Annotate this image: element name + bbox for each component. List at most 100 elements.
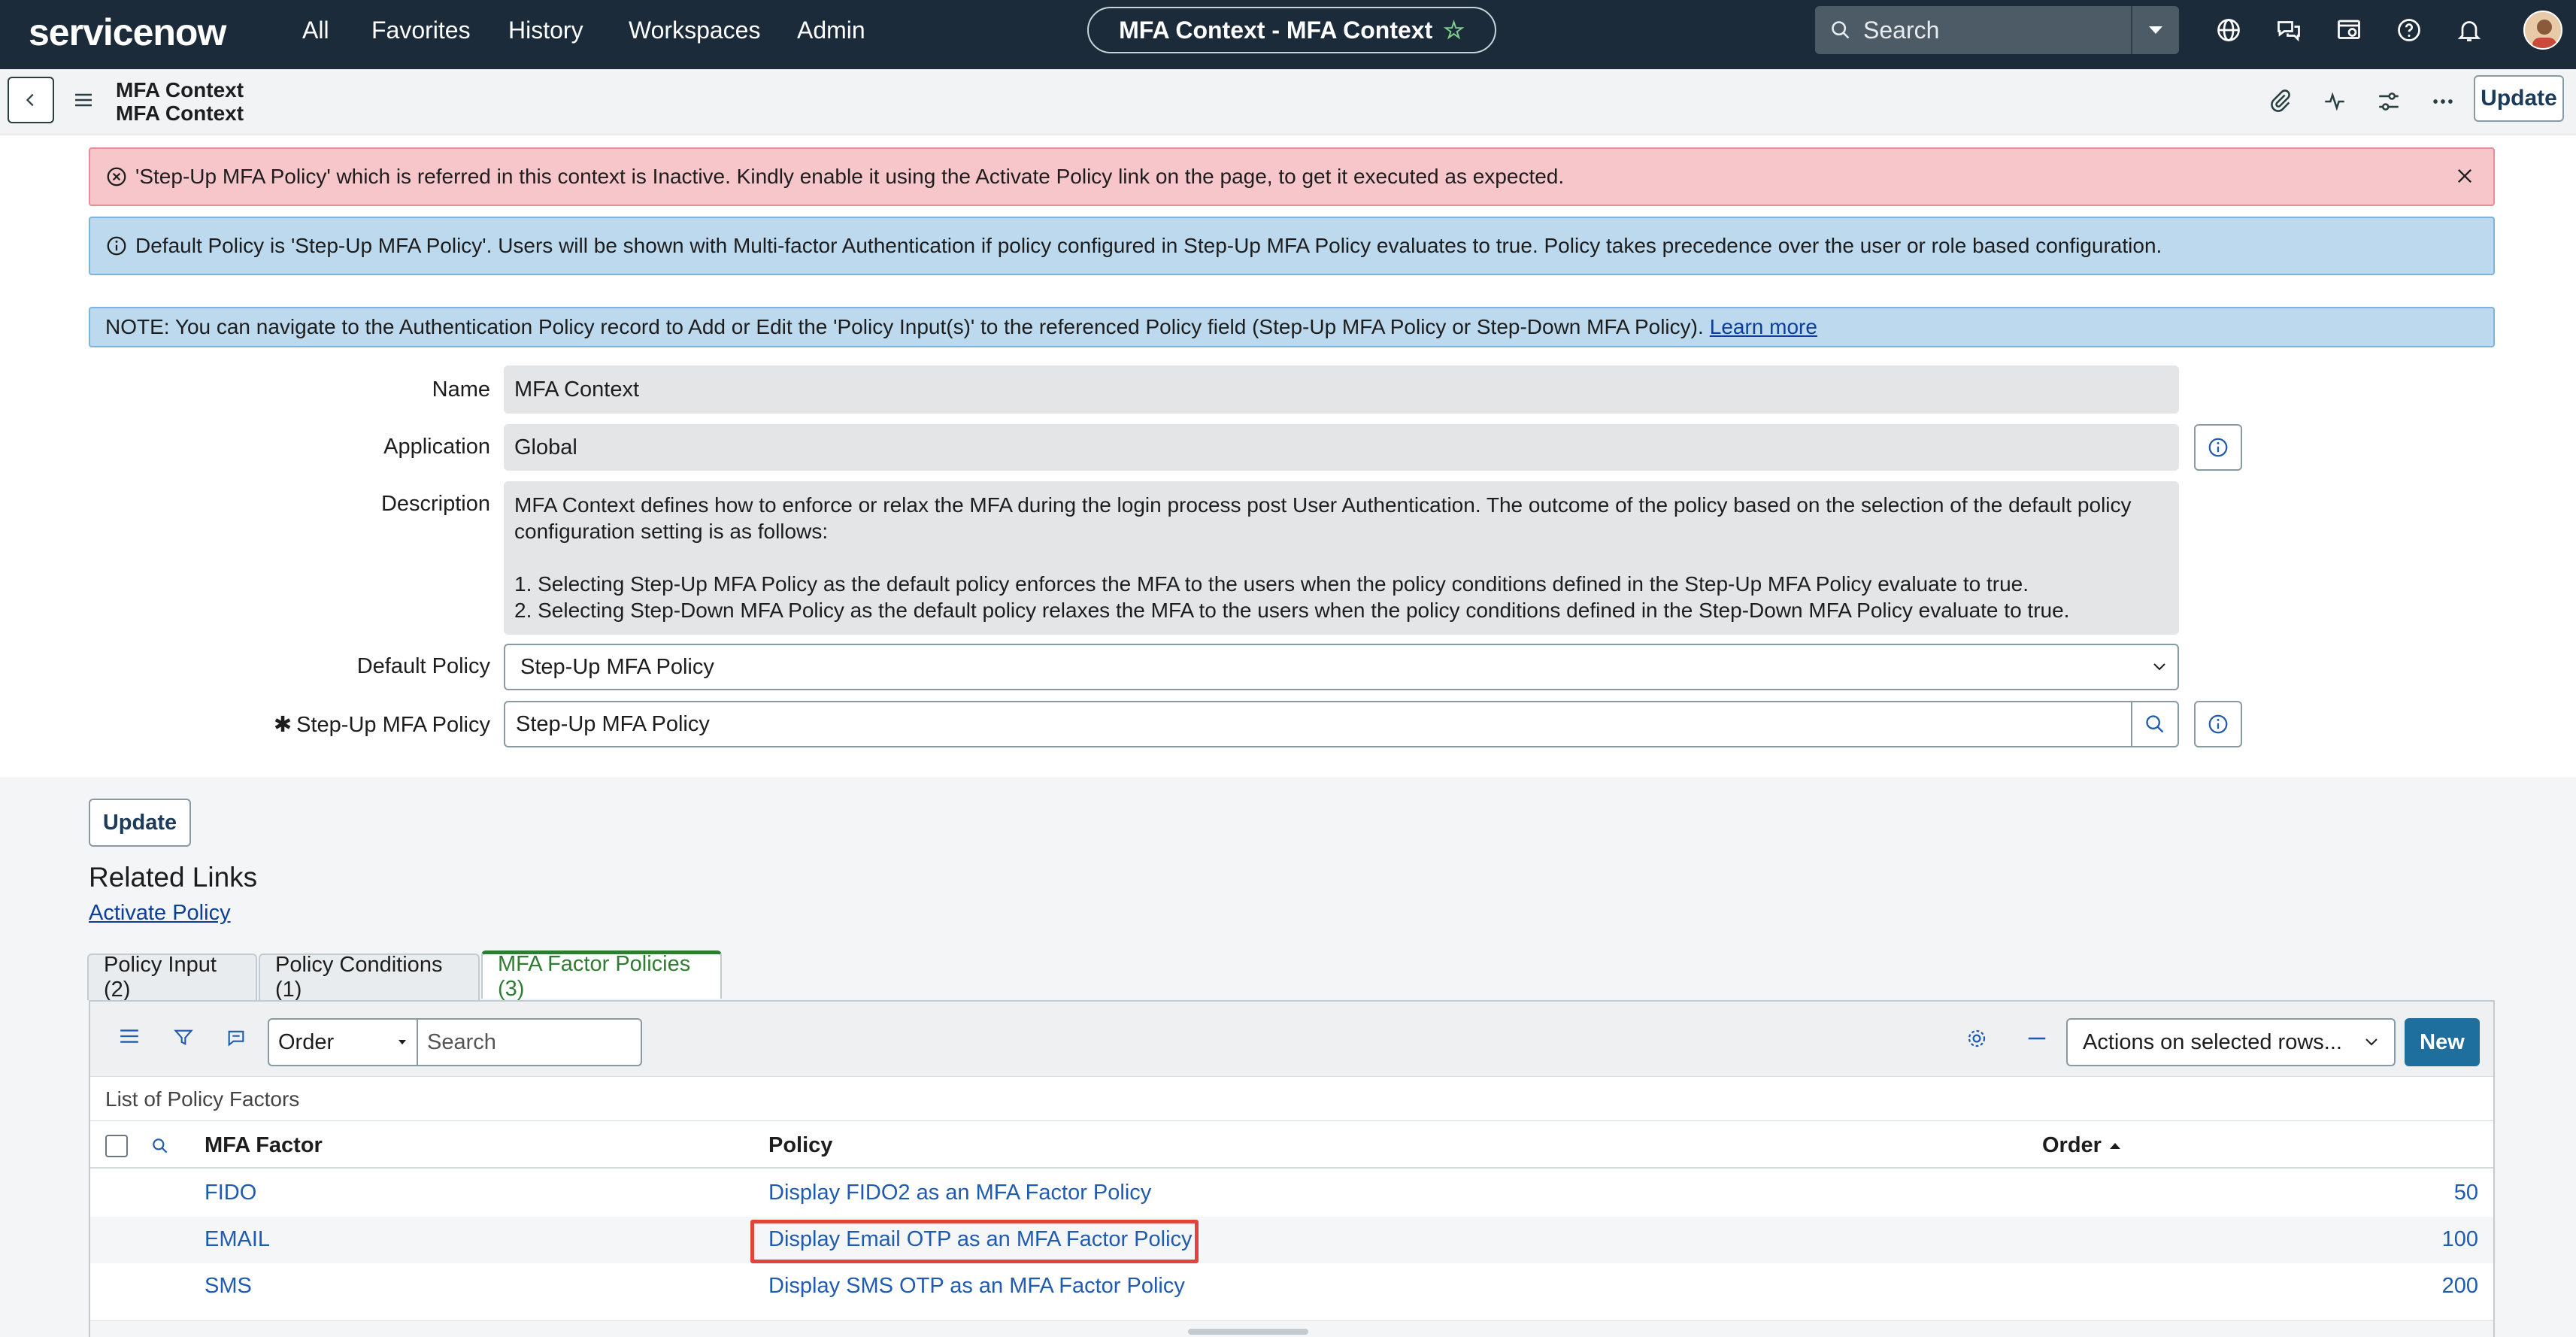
error-alert: 'Step-Up MFA Policy' which is referred i… — [89, 147, 2495, 206]
star-icon[interactable]: ☆ — [1443, 16, 1465, 44]
info-alert: Default Policy is 'Step-Up MFA Policy'. … — [89, 217, 2495, 275]
avatar-icon — [2532, 20, 2556, 48]
paperclip-icon[interactable] — [2268, 89, 2293, 114]
error-circle-icon — [107, 167, 126, 186]
chat-icon[interactable] — [2275, 17, 2302, 44]
bell-icon[interactable] — [2456, 17, 2483, 44]
list-toolbar: Order Search Actions on selected rows...… — [90, 1002, 2493, 1077]
update-button[interactable]: Update — [89, 799, 191, 847]
search-icon — [2146, 715, 2164, 733]
stepup-policy-field[interactable]: Step-Up MFA Policy — [504, 701, 2132, 747]
tab-policy-conditions[interactable]: Policy Conditions (1) — [259, 953, 480, 1002]
settings-sliders-icon[interactable] — [2376, 89, 2402, 114]
description-item-1: 1. Selecting Step-Up MFA Policy as the d… — [514, 572, 2029, 596]
info-icon — [2208, 714, 2228, 734]
workspace-icon[interactable] — [2335, 17, 2362, 44]
application-info-button[interactable] — [2194, 424, 2242, 471]
form-title-line1: MFA Context — [116, 78, 244, 102]
policy-cell[interactable]: Display FIDO2 as an MFA Factor Policy — [768, 1181, 1151, 1205]
description-field[interactable]: MFA Context defines how to enforce or re… — [504, 481, 2179, 635]
name-field[interactable]: MFA Context — [504, 365, 2179, 414]
default-policy-label: Default Policy — [356, 654, 490, 678]
collapse-icon[interactable] — [2026, 1027, 2048, 1050]
search-icon — [1832, 21, 1850, 39]
form-title: MFA Context MFA Context — [116, 78, 244, 125]
help-icon[interactable] — [2396, 17, 2423, 44]
global-search[interactable]: Search — [1815, 6, 2179, 54]
caret-down-icon — [399, 1040, 406, 1044]
learn-more-link[interactable]: Learn more — [1710, 315, 1817, 339]
form-header: MFA Context MFA Context Update — [0, 69, 2576, 135]
menu-icon[interactable] — [74, 92, 93, 108]
table-row[interactable]: FIDO Display FIDO2 as an MFA Factor Poli… — [90, 1170, 2493, 1217]
lookup-button[interactable] — [2131, 701, 2179, 747]
nav-all[interactable]: All — [302, 17, 329, 44]
tab-policy-input[interactable]: Policy Input (2) — [87, 953, 257, 1002]
note-alert: NOTE: You can navigate to the Authentica… — [89, 307, 2495, 347]
select-all-checkbox[interactable] — [105, 1135, 128, 1157]
list-caption: List of Policy Factors — [105, 1087, 300, 1111]
info-circle-icon — [107, 236, 126, 256]
more-icon[interactable] — [2430, 89, 2456, 114]
servicenow-logo[interactable]: servicenow — [29, 11, 226, 54]
order-select[interactable]: Order — [268, 1018, 418, 1066]
mfa-factor-cell[interactable]: FIDO — [205, 1181, 256, 1205]
chevron-down-icon — [2149, 26, 2162, 34]
application-label: Application — [383, 435, 490, 459]
column-mfa-factor[interactable]: MFA Factor — [205, 1133, 323, 1158]
order-cell[interactable]: 200 — [2442, 1274, 2478, 1299]
column-policy[interactable]: Policy — [768, 1133, 832, 1158]
close-icon[interactable] — [2454, 165, 2475, 186]
context-title: MFA Context - MFA Context — [1119, 16, 1433, 44]
user-avatar[interactable] — [2523, 11, 2562, 50]
globe-icon[interactable] — [2215, 17, 2242, 44]
chevron-down-icon — [2365, 1038, 2377, 1046]
info-icon — [2208, 438, 2228, 457]
stepup-policy-label: ✱ Step-Up MFA Policy — [274, 711, 490, 738]
application-field: Global — [504, 424, 2179, 471]
comment-icon[interactable] — [226, 1027, 247, 1048]
back-button[interactable] — [8, 77, 54, 123]
order-cell[interactable]: 50 — [2454, 1181, 2478, 1205]
order-cell[interactable]: 100 — [2442, 1227, 2478, 1252]
update-button-header[interactable]: Update — [2474, 75, 2564, 122]
order-select-value: Order — [278, 1029, 335, 1054]
search-placeholder: Search — [1863, 16, 1940, 44]
search-scope-dropdown[interactable] — [2131, 6, 2179, 54]
activate-policy-link[interactable]: Activate Policy — [89, 901, 231, 926]
column-order[interactable]: Order — [2042, 1133, 2121, 1158]
description-item-2: 2. Selecting Step-Down MFA Policy as the… — [514, 599, 2070, 622]
search-icon[interactable] — [150, 1136, 170, 1156]
context-title-pill[interactable]: MFA Context - MFA Context ☆ — [1087, 7, 1496, 53]
activity-icon[interactable] — [2322, 89, 2347, 114]
chevron-left-icon — [26, 93, 34, 107]
nav-favorites[interactable]: Favorites — [371, 17, 471, 44]
policy-cell[interactable]: Display Email OTP as an MFA Factor Polic… — [768, 1227, 1193, 1252]
description-intro: MFA Context defines how to enforce or re… — [514, 493, 2132, 543]
filter-icon[interactable] — [173, 1027, 194, 1048]
chevron-down-icon — [2153, 663, 2165, 671]
horizontal-scrollbar[interactable] — [1188, 1329, 1308, 1335]
required-asterisk-icon: ✱ — [273, 713, 292, 737]
name-label: Name — [432, 377, 490, 402]
stepup-info-button[interactable] — [2194, 701, 2242, 747]
error-alert-text: 'Step-Up MFA Policy' which is referred i… — [135, 165, 1565, 188]
list-scrollbar-area — [90, 1320, 2493, 1337]
list-menu-icon[interactable] — [119, 1027, 140, 1045]
table-row[interactable]: SMS Display SMS OTP as an MFA Factor Pol… — [90, 1263, 2493, 1310]
actions-select-value: Actions on selected rows... — [2083, 1029, 2342, 1054]
new-button[interactable]: New — [2405, 1018, 2480, 1066]
list-header: MFA Factor Policy Order — [90, 1120, 2493, 1169]
tab-mfa-factor-policies[interactable]: MFA Factor Policies (3) — [481, 950, 722, 1001]
default-policy-select[interactable]: Step-Up MFA Policy — [504, 644, 2179, 690]
list-search-input[interactable]: Search — [417, 1018, 642, 1066]
nav-admin[interactable]: Admin — [797, 17, 865, 44]
mfa-factor-cell[interactable]: SMS — [205, 1274, 252, 1299]
gear-icon[interactable] — [1965, 1027, 1988, 1050]
nav-workspaces[interactable]: Workspaces — [629, 17, 760, 44]
actions-select[interactable]: Actions on selected rows... — [2066, 1018, 2396, 1066]
table-row[interactable]: EMAIL Display Email OTP as an MFA Factor… — [90, 1217, 2493, 1263]
policy-cell[interactable]: Display SMS OTP as an MFA Factor Policy — [768, 1274, 1185, 1299]
mfa-factor-cell[interactable]: EMAIL — [205, 1227, 270, 1252]
nav-history[interactable]: History — [508, 17, 583, 44]
